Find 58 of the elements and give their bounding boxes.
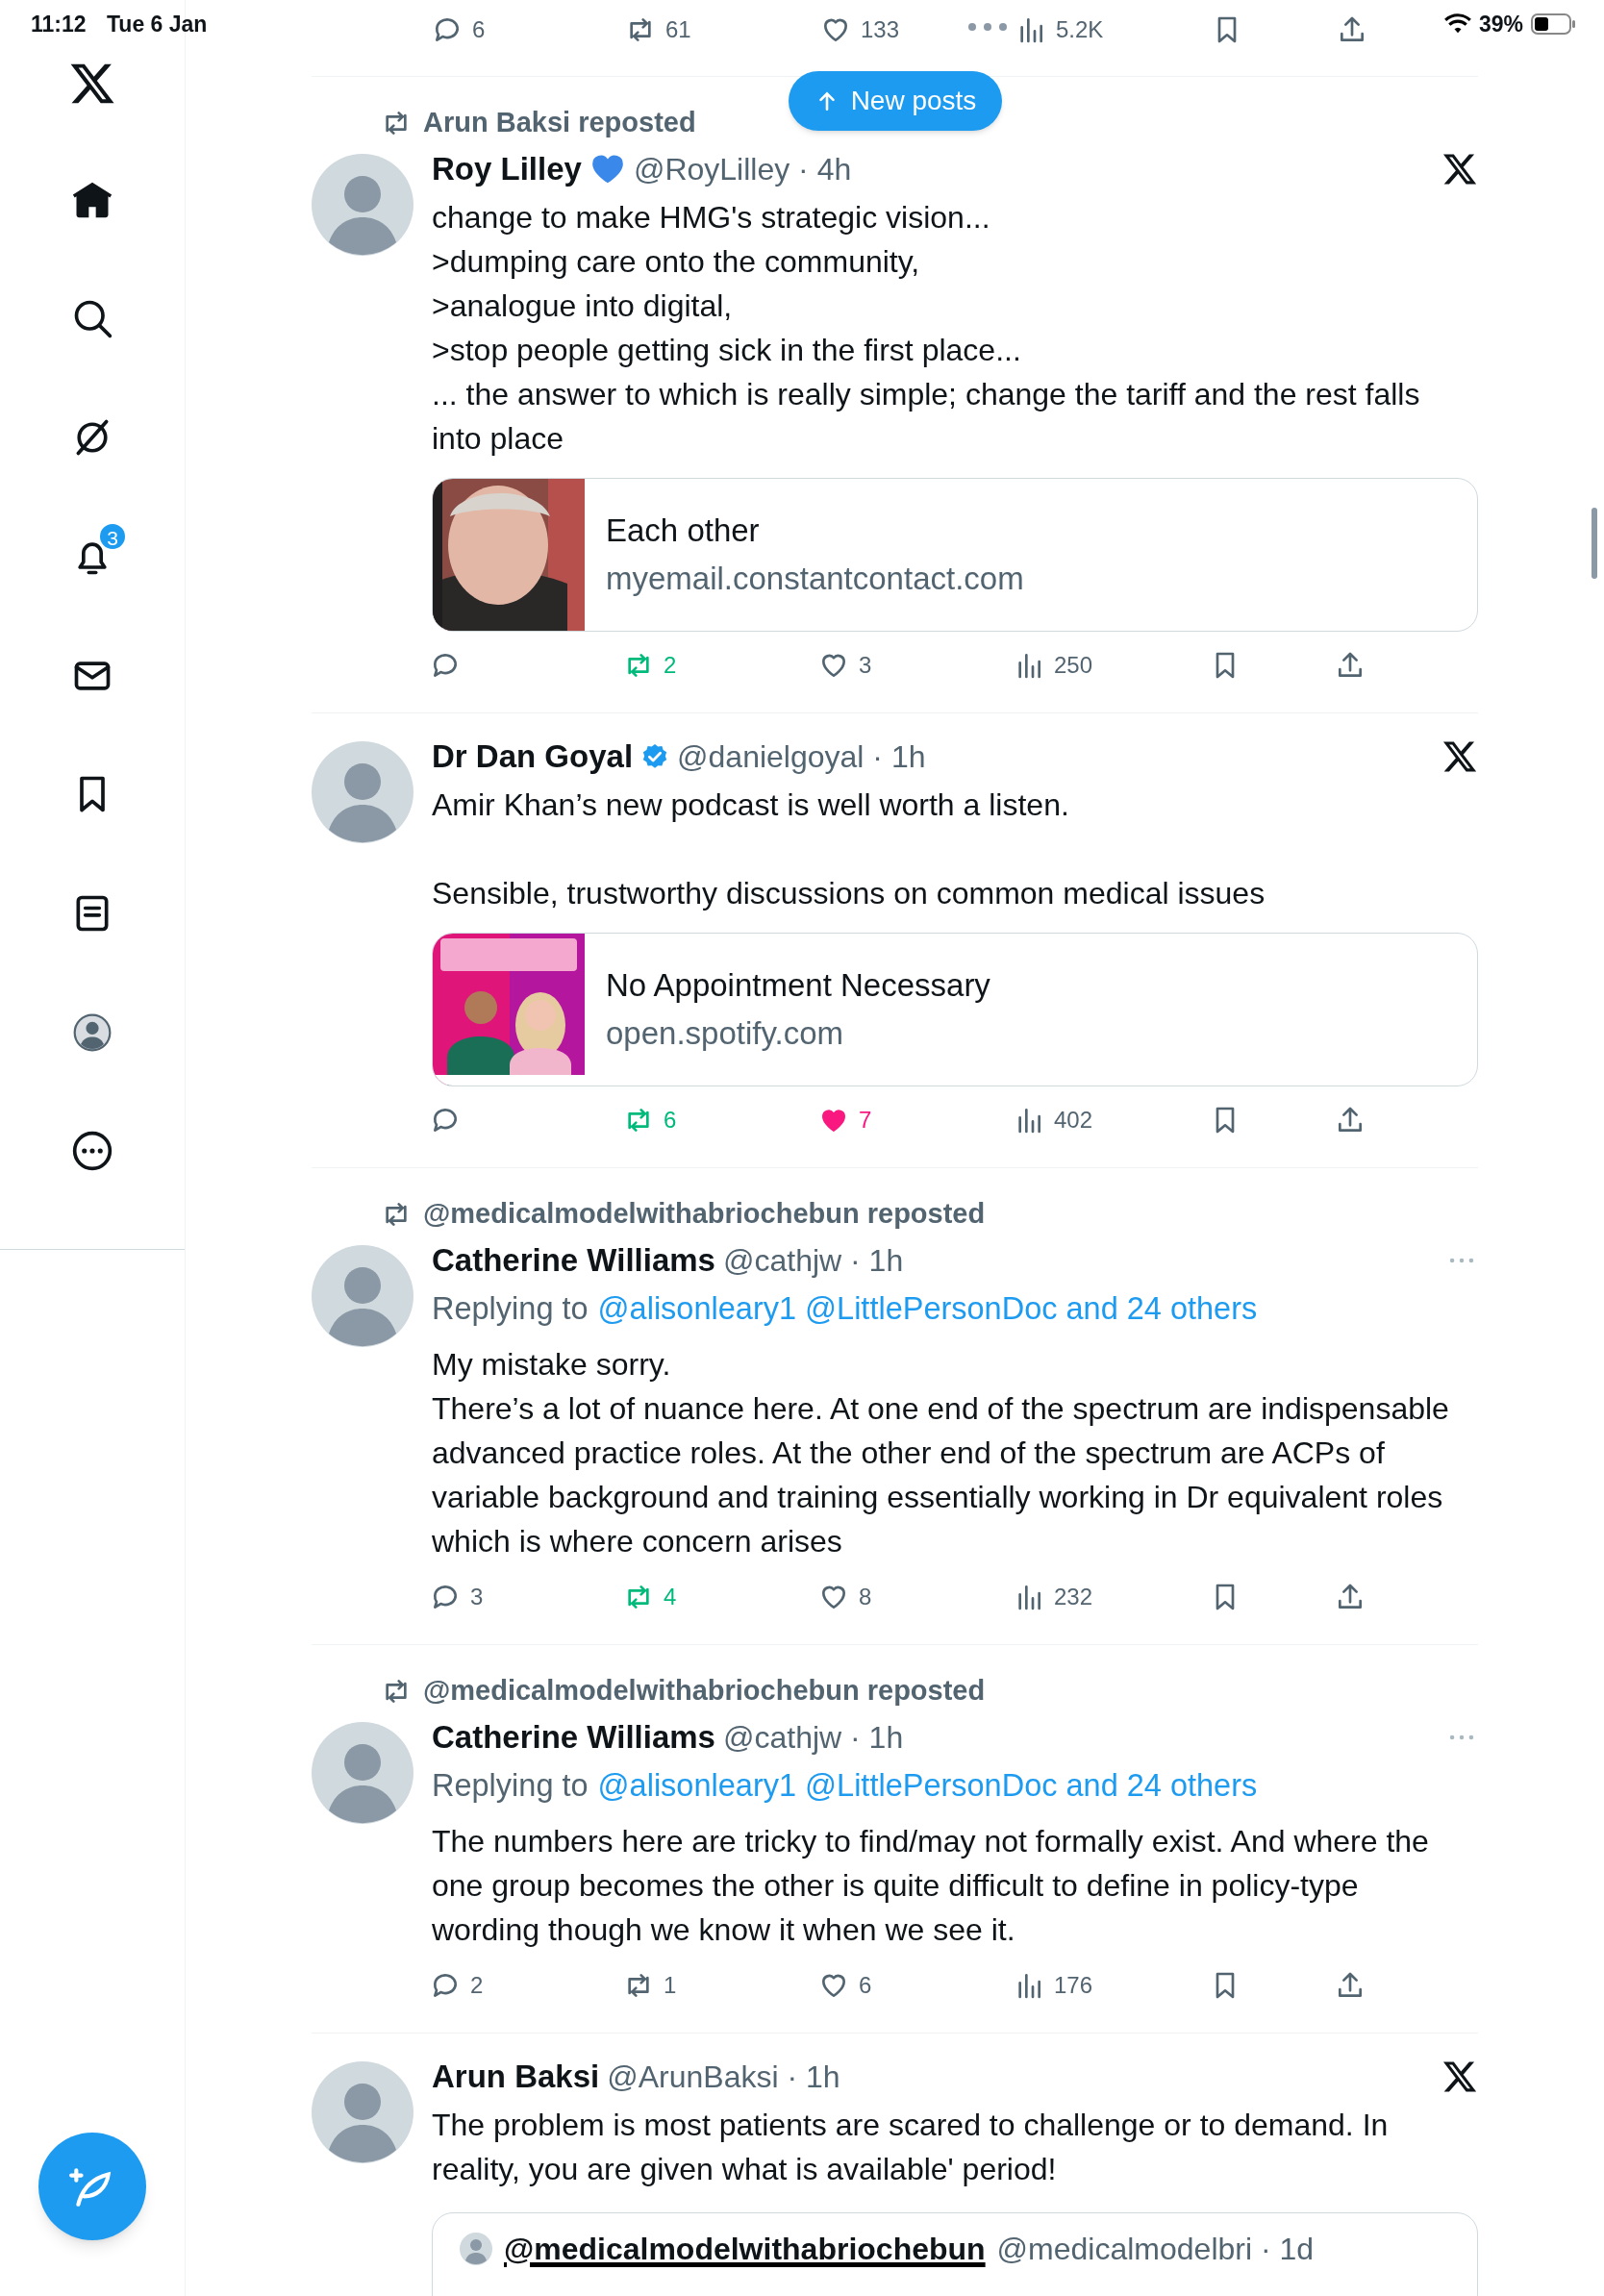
reply-button[interactable]: 2	[430, 1963, 623, 2008]
quoted-post[interactable]: @medicalmodelwithabriochebun @medicalmodelbri · 1d	[432, 2212, 1478, 2296]
replying-to-label: Replying to	[432, 1290, 589, 1328]
author-handle[interactable]: @ArunBaksi · 1h	[607, 2054, 840, 2100]
repost-label: @medicalmodelwithabriochebun reposted	[423, 1674, 986, 1709]
more-icon[interactable]	[71, 1130, 113, 1173]
views-button[interactable]: 232	[1014, 1575, 1210, 1619]
card-title: No Appointment Necessary	[606, 966, 990, 1005]
like-button[interactable]: 133	[820, 8, 1015, 52]
views-button[interactable]: 250	[1014, 643, 1210, 687]
author-handle[interactable]: @cathjw · 1h	[722, 1714, 904, 1760]
post-text: My mistake sorry. There’s a lot of nuance here. At one end of the spectrum are indispensable advanced practice roles. At the other end of the spectrum are ACPs of variable background and training essentially working in Dr equivalent roles which is where concern arises	[432, 1346, 1450, 1560]
author-name[interactable]: Arun Baksi	[432, 2053, 600, 2101]
author-name[interactable]: Catherine Williams	[432, 1713, 715, 1761]
author-handle[interactable]: @RoyLilley · 4h	[633, 146, 852, 192]
card-domain: myemail.constantcontact.com	[606, 560, 1024, 598]
author-handle[interactable]: @danielgoyal · 1h	[677, 734, 926, 780]
post-text: Amir Khan’s new podcast is well worth a listen. Sensible, trustworthy discussions on common medical issues	[432, 786, 1266, 912]
battery-percentage: 39%	[1478, 11, 1523, 38]
card-title: Each other	[606, 512, 761, 550]
views-button[interactable]: 402	[1014, 1098, 1210, 1142]
post-text: The numbers here are tricky to find/may not formally exist. And where the one group becomes the other is quite difficult to define in policy-type wording though we know it when we see it.	[432, 1823, 1430, 1949]
replying-to-label: Replying to	[432, 1767, 589, 1805]
quoted-author-name[interactable]: @medicalmodelwithabriochebun	[504, 2231, 986, 2267]
author-name[interactable]: Catherine Williams	[432, 1236, 715, 1285]
link-card[interactable]: Each other myemail.constantcontact.com	[432, 478, 1478, 632]
avatar[interactable]	[460, 2233, 492, 2265]
link-card[interactable]: No Appointment Necessary open.spotify.com	[432, 933, 1478, 1086]
like-button[interactable]: 3	[818, 643, 1014, 687]
avatar[interactable]	[312, 2061, 414, 2163]
views-button[interactable]: 176	[1014, 1963, 1210, 2008]
repost-button[interactable]: 1	[623, 1963, 818, 2008]
author-name[interactable]: Roy Lilley	[432, 145, 582, 193]
avatar[interactable]	[312, 154, 414, 256]
scrollbar[interactable]	[1591, 508, 1597, 579]
repost-button[interactable]: 61	[625, 8, 820, 52]
post-text: The problem is most patients are scared to challenge or to demand. In reality, you are given what is available' period!	[432, 2107, 1390, 2188]
avatar[interactable]	[312, 741, 414, 843]
repost-label: @medicalmodelwithabriochebun reposted	[423, 1197, 986, 1232]
reply-button[interactable]: 6	[432, 8, 625, 52]
like-button[interactable]: 6	[818, 1963, 1014, 2008]
status-date: Tue 6 Jan	[107, 11, 208, 38]
post-text: change to make HMG's strategic vision... >dumping care onto the community, >analogue into digital, >stop people getting sick in the first place... ... the answer to which is really simple; change the tariff and the rest falls into place	[432, 199, 1421, 458]
wifi-icon	[1443, 13, 1471, 36]
author-name[interactable]: Dr Dan Goyal	[432, 733, 634, 781]
quoted-author-handle[interactable]: @medicalmodelbri · 1d	[996, 2231, 1315, 2267]
like-button[interactable]: 8	[818, 1575, 1014, 1619]
author-handle[interactable]: @cathjw · 1h	[722, 1237, 904, 1284]
like-button[interactable]: 7	[818, 1098, 1014, 1142]
repost-label: Arun Baksi reposted	[423, 106, 696, 140]
battery-icon	[1531, 13, 1575, 36]
reply-button[interactable]: 3	[430, 1575, 623, 1619]
notification-badge: 3	[98, 521, 127, 551]
status-time: 11:12	[31, 11, 87, 38]
avatar[interactable]	[312, 1722, 414, 1824]
avatar[interactable]	[312, 1245, 414, 1347]
card-domain: open.spotify.com	[606, 1014, 845, 1053]
views-button[interactable]: 5.2K	[1015, 8, 1212, 52]
